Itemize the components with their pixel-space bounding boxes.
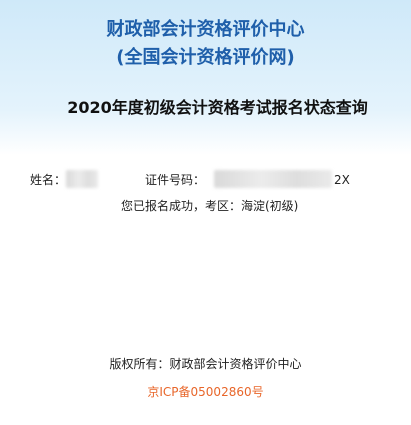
id-number-label: 证件号码： [145, 173, 206, 187]
redacted-name [66, 170, 98, 188]
redacted-id-number [214, 170, 332, 188]
copyright-text: 版权所有：财政部会计资格评价中心 [109, 357, 302, 371]
registration-status: 您已报名成功，考区：海淀(初级) [121, 199, 299, 213]
name-label: 姓名： [30, 173, 67, 187]
org-name-title: 财政部会计资格评价中心 [106, 19, 305, 40]
site-name-title: (全国会计资格评价网) [116, 47, 295, 68]
page-title: 2020年度初级会计资格考试报名状态查询 [67, 98, 368, 117]
icp-link[interactable]: 京ICP备05002860号 [0, 383, 411, 401]
id-number-suffix: 2X [334, 173, 350, 187]
